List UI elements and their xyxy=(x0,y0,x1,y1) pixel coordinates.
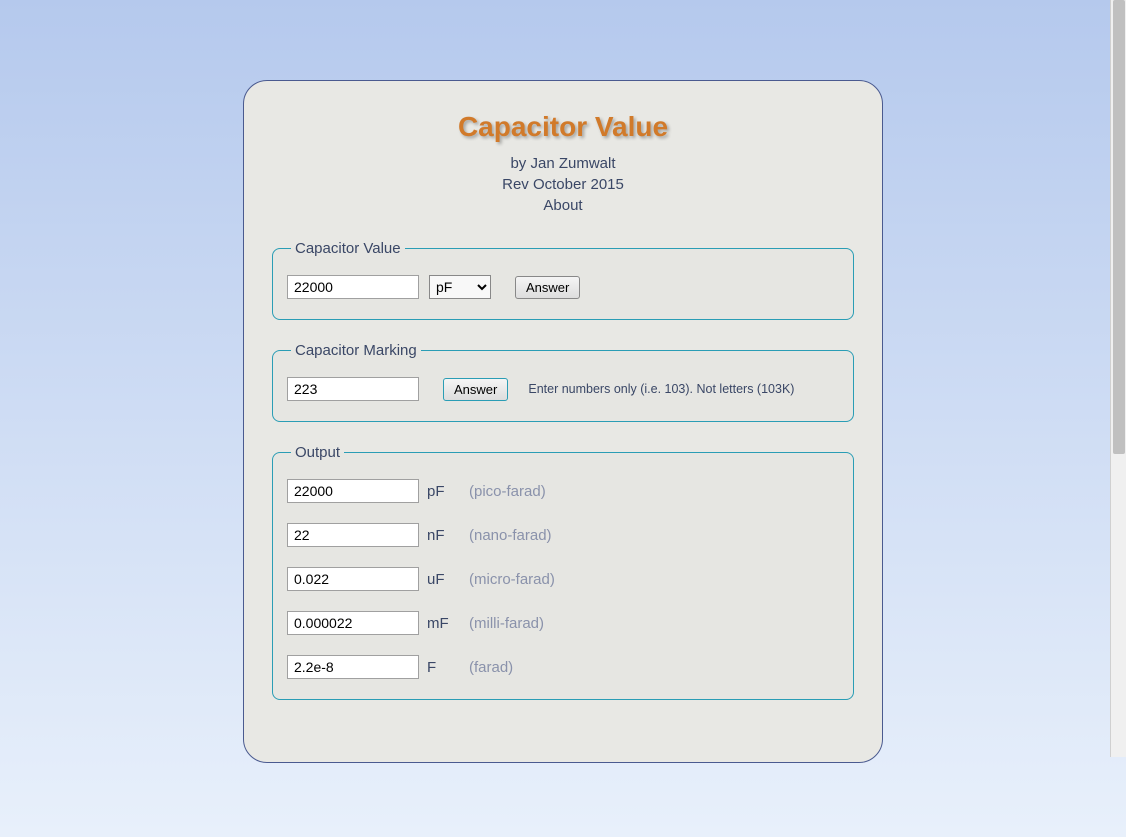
output-mf-desc: (milli-farad) xyxy=(469,615,544,632)
output-nf-value[interactable] xyxy=(287,523,419,547)
output-mf-value[interactable] xyxy=(287,611,419,635)
value-answer-button[interactable]: Answer xyxy=(515,276,580,299)
output-row-uf: uF (micro-farad) xyxy=(287,567,839,591)
output-uf-unit: uF xyxy=(427,571,455,588)
subtitle-block: by Jan Zumwalt Rev October 2015 About xyxy=(272,153,854,216)
marking-answer-button[interactable]: Answer xyxy=(443,378,508,401)
capacitor-value-input[interactable] xyxy=(287,275,419,299)
marking-hint: Enter numbers only (i.e. 103). Not lette… xyxy=(528,382,794,396)
marking-input[interactable] xyxy=(287,377,419,401)
about-link[interactable]: About xyxy=(543,197,582,214)
author-line: by Jan Zumwalt xyxy=(272,153,854,174)
scrollbar-thumb[interactable] xyxy=(1113,0,1125,454)
output-row-nf: nF (nano-farad) xyxy=(287,523,839,547)
capacitor-marking-fieldset: Capacitor Marking Answer Enter numbers o… xyxy=(272,342,854,422)
revision-line: Rev October 2015 xyxy=(272,174,854,195)
output-pf-unit: pF xyxy=(427,483,455,500)
scrollbar[interactable] xyxy=(1110,0,1126,757)
capacitor-value-fieldset: Capacitor Value pF Answer xyxy=(272,240,854,320)
output-nf-unit: nF xyxy=(427,527,455,544)
output-mf-unit: mF xyxy=(427,615,455,632)
output-fieldset: Output pF (pico-farad) nF (nano-farad) u… xyxy=(272,444,854,700)
output-pf-value[interactable] xyxy=(287,479,419,503)
output-uf-desc: (micro-farad) xyxy=(469,571,555,588)
main-panel: Capacitor Value by Jan Zumwalt Rev Octob… xyxy=(243,80,883,763)
output-legend: Output xyxy=(291,444,344,461)
output-uf-value[interactable] xyxy=(287,567,419,591)
output-nf-desc: (nano-farad) xyxy=(469,527,552,544)
page-title: Capacitor Value xyxy=(272,111,854,143)
output-f-unit: F xyxy=(427,659,455,676)
output-f-value[interactable] xyxy=(287,655,419,679)
unit-select[interactable]: pF xyxy=(429,275,491,299)
output-row-mf: mF (milli-farad) xyxy=(287,611,839,635)
output-f-desc: (farad) xyxy=(469,659,513,676)
output-pf-desc: (pico-farad) xyxy=(469,483,546,500)
capacitor-value-legend: Capacitor Value xyxy=(291,240,405,257)
capacitor-marking-legend: Capacitor Marking xyxy=(291,342,421,359)
output-row-f: F (farad) xyxy=(287,655,839,679)
output-row-pf: pF (pico-farad) xyxy=(287,479,839,503)
